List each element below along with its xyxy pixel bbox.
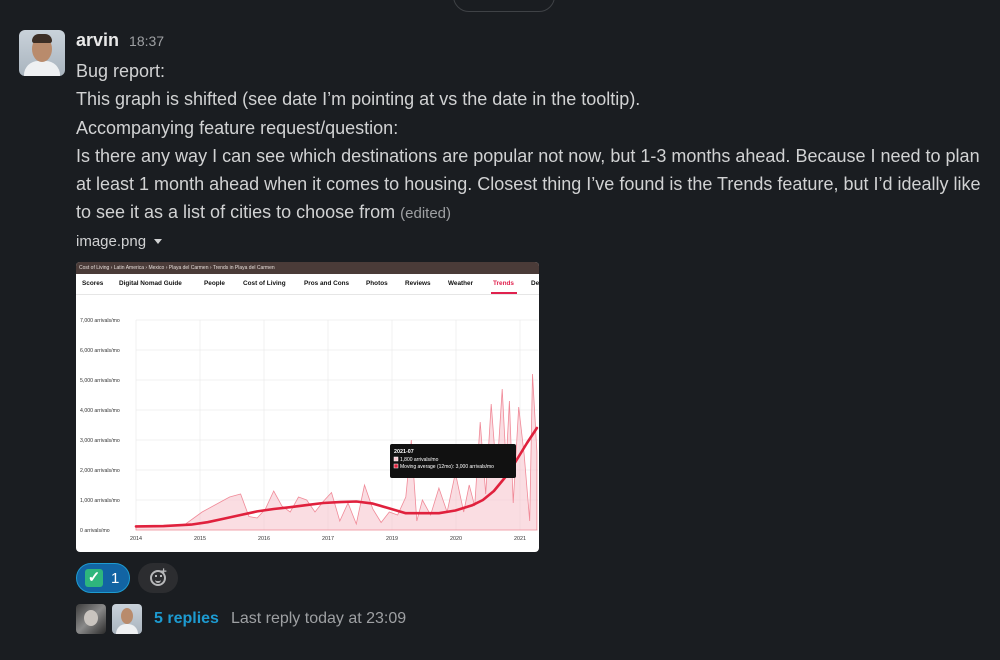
tab-digital-nomad-guide[interactable]: Digital Nomad Guide [119,280,182,287]
tab-weather[interactable]: Weather [448,280,473,287]
x-tick-label: 2020 [450,536,462,542]
y-tick-label: 4,000 arrivals/mo [80,408,120,414]
x-tick-label: 2016 [258,536,270,542]
jump-to-recent-pill[interactable] [453,0,555,12]
tab-scores[interactable]: Scores [82,280,103,287]
chevron-down-icon[interactable] [154,239,163,244]
y-tick-label: 5,000 arrivals/mo [80,378,120,384]
attachment-filename-toggle[interactable]: image.png [76,233,163,250]
tooltip-swatch-average [393,463,399,469]
message-line: Accompanying feature request/question: [76,117,399,138]
tab-reviews[interactable]: Reviews [405,280,431,287]
tooltip-line-arrivals: 1,800 arrivals/mo [400,457,439,463]
add-reaction-button[interactable]: + [138,563,179,593]
check-mark-icon: ✓ [85,569,103,587]
tab-people[interactable]: People [204,280,225,287]
attachment-filename: image.png [76,233,147,250]
x-tick-label: 2021 [514,536,526,542]
trends-chart[interactable]: 0 arrivals/mo 1,000 arrivals/mo 2,000 arri… [76,296,539,552]
y-tick-label: 3,000 arrivals/mo [80,438,120,444]
breadcrumb: Cost of Living › Latin America › Mexico … [76,262,539,274]
last-reply-time: Last reply today at 23:09 [230,610,407,627]
tab-photos[interactable]: Photos [366,280,388,287]
edited-label: (edited) [400,205,452,223]
thread-summary[interactable]: 5 replies Last reply today at 23:09 [76,604,406,634]
replies-link[interactable]: 5 replies [154,610,219,628]
reaction-count: 1 [111,569,120,587]
message-line: Bug report: [76,61,166,81]
tooltip-swatch-arrivals [393,456,399,462]
x-tick-label: 2014 [130,536,142,542]
tab-more[interactable]: De [531,280,539,287]
tooltip-title: 2021-07 [394,449,414,455]
y-tick-label: 6,000 arrivals/mo [80,348,120,354]
message-line: This graph is shifted (see date I’m poin… [76,89,641,110]
y-tick-label: 0 arrivals/mo [80,528,110,534]
message-header: arvin 18:37 [76,30,164,52]
chart-tooltip: 2021-07 1,800 arrivals/mo Moving average… [390,444,516,478]
reaction-check[interactable]: ✓ 1 [76,563,131,593]
tab-bar: Scores Digital Nomad Guide People Cost o… [76,274,539,295]
y-axis: 0 arrivals/mo 1,000 arrivals/mo 2,000 arri… [80,318,120,534]
tab-pros-and-cons[interactable]: Pros and Cons [304,280,349,287]
avatar [112,604,142,634]
attached-image[interactable]: Cost of Living › Latin America › Mexico … [76,262,539,552]
avatar [76,604,106,634]
reactions-bar: ✓ 1 + [76,563,179,593]
active-tab-indicator [491,292,517,294]
message-body: Bug report: This graph is shifted (see d… [76,57,991,229]
x-tick-label: 2017 [322,536,334,542]
y-tick-label: 2,000 arrivals/mo [80,468,120,474]
x-tick-label: 2015 [194,536,206,542]
tab-cost-of-living[interactable]: Cost of Living [243,280,286,287]
tab-trends[interactable]: Trends [493,280,514,287]
message-line: Is there any way I can see which destina… [76,145,981,223]
y-tick-label: 7,000 arrivals/mo [80,318,120,324]
plus-icon: + [160,566,167,578]
avatar[interactable] [19,30,65,76]
y-tick-label: 1,000 arrivals/mo [80,498,120,504]
x-axis: 2014 2015 2016 2017 2019 2020 2021 [130,536,526,542]
author-name[interactable]: arvin [76,30,119,51]
tooltip-line-average: Moving average (12mo): 3,000 arrivals/mo [400,464,494,470]
x-tick-label: 2019 [386,536,398,542]
timestamp[interactable]: 18:37 [129,33,164,49]
